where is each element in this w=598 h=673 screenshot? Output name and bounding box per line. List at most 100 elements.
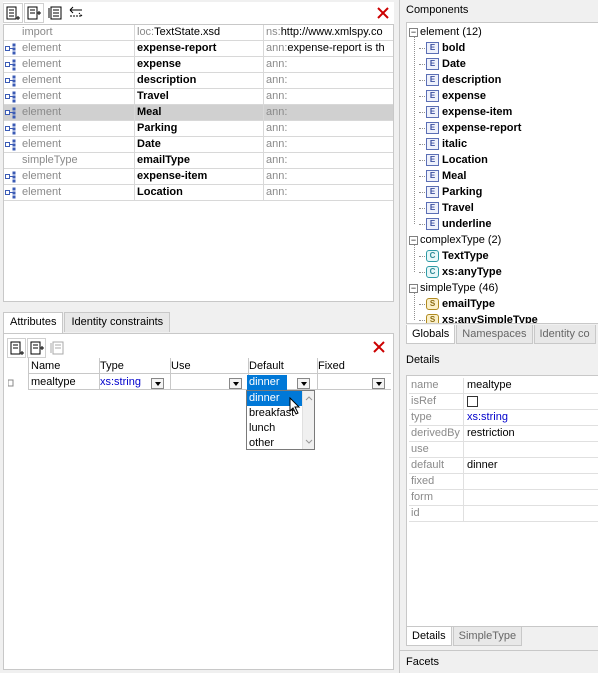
mouse-cursor-icon: [289, 397, 301, 415]
tree-item[interactable]: E Date: [419, 56, 466, 72]
tree-item[interactable]: E Travel: [419, 200, 474, 216]
row-annotation-cell[interactable]: ns:http://www.xmlspy.co: [264, 25, 393, 40]
dropdown-option[interactable]: other: [247, 436, 302, 451]
tree-item[interactable]: E Parking: [419, 184, 482, 200]
row-annotation-cell[interactable]: ann:: [264, 169, 393, 184]
attribute-fixed-cell[interactable]: [318, 375, 368, 390]
tree-item[interactable]: Sxs:anySimpleType: [419, 312, 538, 323]
pane-splitter[interactable]: [0, 302, 397, 310]
collapse-icon[interactable]: −: [409, 27, 418, 37]
delete-component-button[interactable]: [374, 4, 392, 22]
chevron-down-icon: [154, 381, 161, 386]
table-row[interactable]: element Location ann:: [4, 185, 393, 201]
attribute-default-input[interactable]: dinner: [247, 375, 287, 390]
tree-item[interactable]: C TextType: [419, 248, 489, 264]
tree-group-simpletype[interactable]: − simpleType (46): [409, 280, 498, 296]
table-row[interactable]: element expense-report ann:expense-report …: [4, 41, 393, 57]
tree-group-count: (2): [487, 234, 502, 247]
tab-namespaces[interactable]: Namespaces: [456, 325, 533, 344]
insert-attribute-button[interactable]: [27, 338, 46, 358]
table-row[interactable]: element Travel ann:: [4, 89, 393, 105]
row-annotation-cell[interactable]: ann:: [264, 57, 393, 72]
append-component-button[interactable]: [3, 3, 23, 23]
row-kind-cell: simpleType: [20, 153, 135, 168]
row-name-cell[interactable]: Parking: [135, 121, 264, 136]
tab-details[interactable]: Details: [406, 627, 452, 646]
tree-group-complextype[interactable]: − complexType (2): [409, 232, 501, 248]
tree-connector: [419, 47, 425, 49]
row-annotation-cell[interactable]: ann:: [264, 185, 393, 200]
table-row[interactable]: element expense ann:: [4, 57, 393, 73]
close-icon: [377, 7, 389, 19]
tree-item[interactable]: Eitalic: [419, 136, 467, 152]
default-dropdown-button[interactable]: [297, 378, 310, 389]
tab-simpletype[interactable]: SimpleType: [452, 627, 523, 646]
row-name-cell[interactable]: Date: [135, 137, 264, 152]
row-name-cell[interactable]: expense-report: [135, 41, 264, 56]
row-annotation-cell[interactable]: ann:: [264, 137, 393, 152]
tree-item[interactable]: Cxs:anyType: [419, 264, 502, 280]
tree-item[interactable]: Ebold: [419, 40, 465, 56]
row-annotation-cell[interactable]: ann:: [264, 105, 393, 120]
dropdown-option[interactable]: lunch: [247, 421, 302, 436]
details-value[interactable]: dinner: [467, 458, 498, 474]
type-dropdown-button[interactable]: [151, 378, 164, 389]
row-name-cell[interactable]: Location: [135, 185, 264, 200]
fixed-dropdown-button[interactable]: [372, 378, 385, 389]
dropdown-scrollbar[interactable]: [302, 391, 314, 449]
row-annotation-cell[interactable]: ann:: [264, 89, 393, 104]
row-annotation-cell[interactable]: ann:: [264, 153, 393, 168]
tree-item[interactable]: E Location: [419, 152, 488, 168]
append-attribute-button[interactable]: [7, 338, 26, 358]
table-row[interactable]: element Date ann:: [4, 137, 393, 153]
tab-identity-constraints[interactable]: Identity constraints: [64, 312, 171, 332]
table-row[interactable]: simpleType emailType ann:: [4, 153, 393, 169]
row-name-cell[interactable]: description: [135, 73, 264, 88]
row-name-cell[interactable]: emailType: [135, 153, 264, 168]
collapse-icon[interactable]: −: [409, 283, 418, 293]
row-annotation-cell[interactable]: ann:: [264, 121, 393, 136]
tab-globals[interactable]: Globals: [406, 325, 456, 344]
row-name-cell[interactable]: Travel: [135, 89, 264, 104]
row-name-cell[interactable]: expense: [135, 57, 264, 72]
details-key: id: [409, 506, 464, 522]
isref-checkbox[interactable]: [467, 394, 478, 410]
element-type-icon: E: [426, 90, 439, 103]
table-row[interactable]: import loc:TextState.xsd ns:http://www.xml…: [4, 25, 393, 41]
table-row[interactable]: element description ann:: [4, 73, 393, 89]
tree-item[interactable]: Eexpense-report: [419, 120, 521, 136]
sort-attributes-button[interactable]: [47, 338, 66, 358]
details-value[interactable]: xs:string: [467, 410, 508, 426]
attribute-type-cell[interactable]: xs:string: [100, 375, 141, 390]
tab-attributes[interactable]: Attributes: [3, 312, 64, 334]
tree-item[interactable]: Edescription: [419, 72, 501, 88]
goto-definition-button[interactable]: [66, 3, 86, 23]
use-dropdown-button[interactable]: [229, 378, 242, 389]
table-row[interactable]: element expense-item ann:: [4, 169, 393, 185]
table-row[interactable]: element Meal ann:: [4, 105, 393, 121]
element-node-icon: [5, 75, 16, 87]
row-name-cell[interactable]: Meal: [135, 105, 264, 120]
tab-identity-constraints-right[interactable]: Identity co: [533, 325, 596, 344]
tree-item[interactable]: Eunderline: [419, 216, 492, 232]
attribute-name-cell[interactable]: mealtype: [31, 375, 76, 390]
tree-item[interactable]: Eexpense-item: [419, 104, 512, 120]
insert-component-button[interactable]: [24, 3, 44, 23]
sort-button[interactable]: [45, 3, 65, 23]
row-annotation-cell[interactable]: ann:expense-report is th: [264, 41, 393, 56]
table-row[interactable]: element Parking ann:: [4, 121, 393, 137]
details-value[interactable]: restriction: [467, 426, 515, 442]
row-name-cell[interactable]: expense-item: [135, 169, 264, 184]
details-value[interactable]: mealtype: [467, 378, 512, 394]
details-key: isRef: [409, 394, 464, 410]
row-name-text: Date: [137, 138, 161, 150]
collapse-icon[interactable]: −: [409, 235, 418, 245]
tree-group-element[interactable]: − element (12): [409, 24, 482, 40]
tree-item[interactable]: E Meal: [419, 168, 466, 184]
row-icon-cell: [4, 169, 20, 184]
tree-item[interactable]: SemailType: [419, 296, 495, 312]
delete-attribute-button[interactable]: [370, 338, 388, 356]
row-name-cell[interactable]: loc:TextState.xsd: [135, 25, 264, 40]
tree-item[interactable]: Eexpense: [419, 88, 486, 104]
row-annotation-cell[interactable]: ann:: [264, 73, 393, 88]
